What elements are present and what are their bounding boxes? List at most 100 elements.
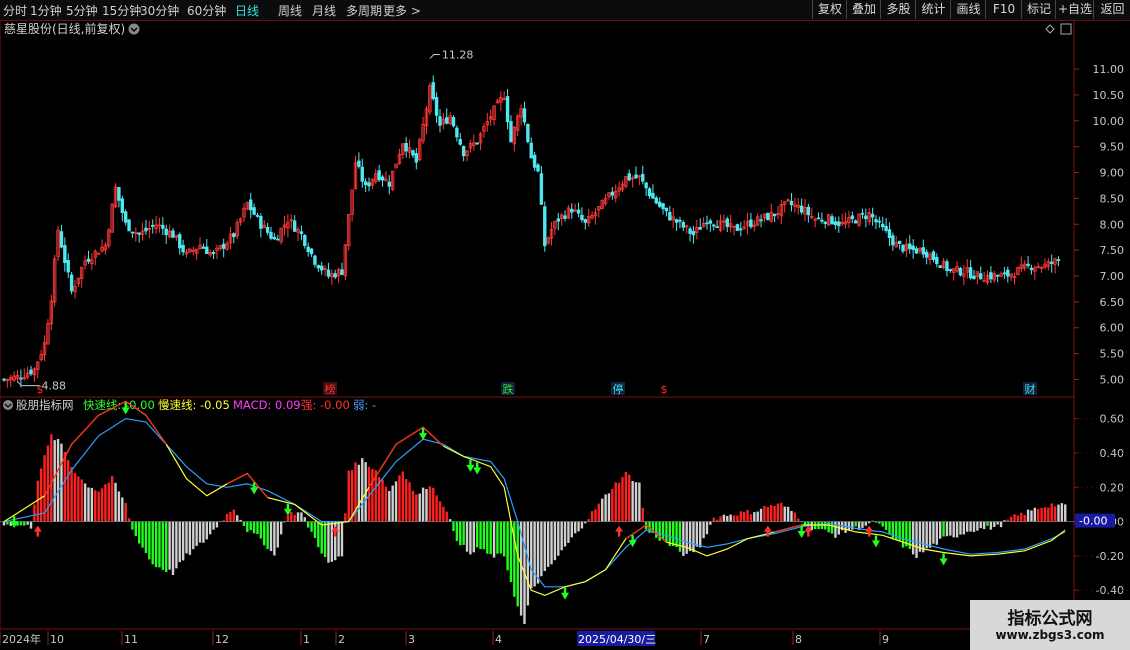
- candle-body: [870, 213, 875, 218]
- macd-bar: [763, 505, 766, 522]
- toolbar-button-1[interactable]: 叠加: [846, 0, 881, 19]
- period-tab-8[interactable]: 月线: [312, 2, 336, 19]
- candle-body: [205, 246, 209, 255]
- period-tab-7[interactable]: 周线: [278, 2, 302, 19]
- macd-bar: [959, 521, 962, 535]
- period-tab-9[interactable]: 多周期: [346, 2, 382, 19]
- macd-bar: [404, 479, 408, 522]
- stock-title: 慈星股份(日线,前复权): [4, 21, 125, 36]
- toolbar-button-3[interactable]: 统计: [915, 0, 951, 19]
- indicator-label-3: MACD: 0.09: [233, 398, 301, 412]
- macd-bar: [276, 521, 279, 548]
- macd-bar: [137, 521, 141, 544]
- candle-body: [292, 220, 297, 232]
- macd-bar: [232, 509, 236, 522]
- macd-bar: [1026, 509, 1030, 522]
- macd-bar: [776, 503, 780, 522]
- candle-body: [664, 207, 669, 212]
- candle-body: [529, 142, 533, 159]
- candle-body: [276, 238, 280, 241]
- macd-bar: [996, 521, 999, 525]
- toolbar-button-8[interactable]: 返回: [1093, 0, 1130, 19]
- macd-bar: [482, 521, 486, 550]
- toolbar-button-5[interactable]: F10: [985, 0, 1022, 19]
- candle-body: [657, 201, 662, 207]
- toolbar-button-6[interactable]: 标记: [1021, 0, 1056, 19]
- candle-body: [532, 154, 537, 168]
- watermark-line1: 指标公式网: [1007, 609, 1093, 629]
- strong-segment: [422, 426, 444, 447]
- period-tab-6[interactable]: 日线: [235, 2, 259, 19]
- macd-bar: [1053, 506, 1057, 522]
- macd-bar: [259, 521, 263, 539]
- indicator-menu-icon[interactable]: [3, 400, 13, 410]
- period-tab-10[interactable]: 更多 >: [383, 2, 421, 19]
- price-axis-label: 11.00: [1093, 63, 1125, 76]
- macd-bar: [1033, 507, 1037, 522]
- macd-bar: [634, 482, 638, 522]
- macd-bar: [536, 521, 540, 584]
- candle-body: [127, 219, 131, 232]
- period-tab-2[interactable]: 5分钟: [66, 2, 98, 19]
- macd-bar: [1047, 507, 1050, 522]
- period-tab-4[interactable]: 30分钟: [140, 2, 179, 19]
- candle-body: [178, 234, 182, 249]
- period-tab-1[interactable]: 1分钟: [30, 2, 62, 19]
- diamond-icon[interactable]: [1045, 24, 1055, 34]
- candle-body: [982, 279, 986, 282]
- watermark-line2: www.zbgs3.com: [995, 628, 1105, 642]
- macd-bar: [181, 521, 185, 561]
- macd-bar: [46, 445, 50, 522]
- chevron-down-icon[interactable]: [128, 23, 140, 35]
- macd-bar: [6, 521, 9, 525]
- toolbar-button-7[interactable]: +自选: [1055, 0, 1094, 19]
- candle-body: [1006, 269, 1010, 277]
- macd-bar: [770, 505, 773, 522]
- toolbar-button-4[interactable]: 画线: [950, 0, 986, 19]
- macd-bar: [401, 471, 405, 522]
- macd-bar: [1043, 507, 1047, 522]
- event-marker-5: 财: [1025, 382, 1036, 396]
- macd-bar: [1064, 504, 1067, 522]
- macd-bar: [631, 481, 634, 522]
- toolbar-button-0[interactable]: 复权: [812, 0, 847, 19]
- macd-bar: [296, 512, 300, 522]
- indicator-label-4: 强: -0.00: [301, 398, 350, 412]
- candle-body: [1029, 267, 1034, 271]
- candle-body: [171, 230, 175, 238]
- macd-bar: [563, 521, 567, 547]
- macd-bar: [67, 459, 70, 522]
- period-tab-3[interactable]: 15分钟: [102, 2, 141, 19]
- candle-body: [404, 142, 408, 152]
- macd-bar: [279, 521, 283, 535]
- candle-body: [536, 164, 540, 172]
- event-marker-1: 榜: [325, 382, 336, 396]
- stock-chart[interactable]: 11.00 10.50 10.00 9.50 9.00 8.50 8.00 7.50 7.00 6…: [0, 20, 1130, 650]
- candle-body: [823, 221, 827, 224]
- macd-bar: [688, 521, 692, 552]
- candle-body: [316, 265, 321, 269]
- macd-bar: [215, 521, 219, 528]
- period-tab-5[interactable]: 60分钟: [187, 2, 226, 19]
- macd-bar: [742, 511, 746, 522]
- macd-bar: [411, 490, 415, 522]
- macd-bar: [357, 464, 361, 522]
- macd-bar: [198, 521, 202, 543]
- candle-body: [833, 221, 838, 225]
- macd-bar: [888, 521, 891, 535]
- macd-bar: [739, 511, 742, 522]
- candle-body: [340, 269, 344, 275]
- period-tab-0[interactable]: 分时: [3, 2, 27, 19]
- toolbar-button-2[interactable]: 多股: [880, 0, 916, 19]
- macd-bar: [756, 511, 759, 522]
- macd-bar: [702, 521, 705, 539]
- macd-bar: [29, 521, 33, 529]
- candle-body: [806, 206, 811, 216]
- macd-bar: [80, 479, 83, 522]
- macd-bar: [205, 521, 208, 540]
- panel-toggle-icon[interactable]: [1060, 23, 1072, 35]
- macd-bar: [188, 521, 192, 555]
- sell-arrow-icon: [10, 516, 19, 529]
- strong-segment: [774, 524, 802, 533]
- candle-body: [360, 166, 364, 182]
